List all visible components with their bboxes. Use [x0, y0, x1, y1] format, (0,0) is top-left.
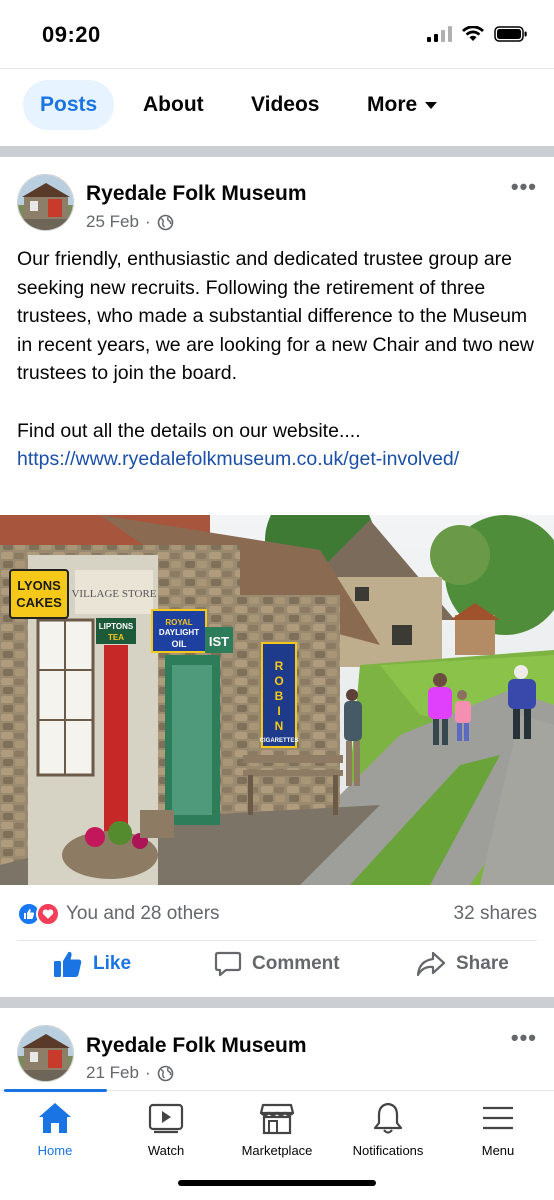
comment-button[interactable]: Comment	[214, 950, 340, 978]
wifi-icon	[462, 26, 484, 41]
page-name-2[interactable]: Ryedale Folk Museum	[86, 1034, 307, 1058]
sign-royal: ROYAL	[165, 618, 192, 627]
sign-cigarettes: CIGARETTES	[260, 738, 299, 744]
reactions-count: You and 28 others	[66, 903, 220, 924]
page-name[interactable]: Ryedale Folk Museum	[86, 182, 307, 206]
status-time: 09:20	[42, 22, 101, 47]
sign-daylight: DAYLIGHT	[159, 628, 199, 637]
post-body-text: Our friendly, enthusiastic and dedicated…	[17, 248, 535, 385]
active-tab-indicator	[4, 1089, 107, 1092]
tab-more[interactable]: More	[350, 80, 454, 130]
post-actions: Like Comment Share	[0, 944, 554, 992]
nav-menu-label: Menu	[481, 1143, 515, 1158]
tab-posts[interactable]: Posts	[23, 80, 115, 130]
reaction-icons	[17, 902, 60, 926]
nav-notifications-label: Notifications	[352, 1143, 424, 1158]
thumbs-up-icon	[54, 951, 82, 977]
comment-icon	[214, 951, 242, 977]
shares-count[interactable]: 32 shares	[454, 903, 537, 925]
page-avatar-2[interactable]	[17, 1025, 74, 1082]
sign-robin-i: I	[277, 704, 280, 718]
nav-marketplace[interactable]: Marketplace	[222, 1101, 332, 1158]
sign-lyons: LYONS	[17, 578, 61, 593]
signal-icon	[427, 26, 452, 42]
post-header: Ryedale Folk Museum 25 Feb · •••	[0, 170, 554, 250]
like-button[interactable]: Like	[53, 950, 131, 978]
tab-videos[interactable]: Videos	[234, 80, 336, 130]
tab-more-label: More	[367, 93, 418, 116]
tab-about-label: About	[143, 93, 204, 116]
status-bar: 09:20	[0, 0, 554, 68]
nav-marketplace-label: Marketplace	[241, 1143, 313, 1158]
post-body: Our friendly, enthusiastic and dedicated…	[17, 245, 537, 474]
page-tabs: Posts About Videos More	[0, 68, 554, 146]
meta-dot: ·	[144, 212, 151, 231]
tab-posts-label: Posts	[40, 93, 98, 116]
post2-date[interactable]: 21 Feb	[86, 1063, 139, 1083]
sign-robin-o: O	[274, 674, 283, 688]
post-options-icon[interactable]: •••	[511, 174, 537, 200]
sign-village-store: VILLAGE STORE	[71, 588, 156, 600]
marketplace-icon	[259, 1103, 295, 1135]
meta-dot-2: ·	[144, 1063, 151, 1082]
nav-home-label: Home	[37, 1143, 73, 1158]
battery-icon	[494, 26, 527, 42]
watch-icon	[148, 1103, 184, 1134]
nav-home[interactable]: Home	[0, 1101, 110, 1158]
nav-menu[interactable]: Menu	[443, 1101, 553, 1158]
tab-videos-label: Videos	[251, 93, 320, 116]
sign-tea: TEA	[108, 633, 124, 642]
globe-icon	[157, 1065, 173, 1081]
sign-liptons: LIPTONS	[99, 622, 134, 631]
share-icon	[416, 951, 446, 977]
nav-watch[interactable]: Watch	[111, 1101, 221, 1158]
home-indicator	[178, 1180, 376, 1186]
actions-divider	[17, 940, 537, 941]
share-label: Share	[456, 953, 509, 974]
post-link[interactable]: https://www.ryedalefolkmuseum.co.uk/get-…	[17, 445, 537, 474]
status-icons	[427, 26, 528, 42]
page-avatar[interactable]	[17, 174, 74, 231]
share-button[interactable]: Share	[416, 950, 509, 978]
nav-watch-label: Watch	[147, 1143, 185, 1158]
post2-options-icon[interactable]: •••	[511, 1025, 537, 1051]
post-body-text-2: Find out all the details on our website.…	[17, 419, 361, 442]
post2-meta: 21 Feb ·	[86, 1063, 174, 1083]
section-divider	[0, 146, 554, 157]
sign-ist: IST	[209, 634, 229, 649]
nav-notifications[interactable]: Notifications	[333, 1101, 443, 1158]
sign-robin-r: R	[275, 659, 284, 673]
love-reaction-icon	[36, 902, 60, 926]
home-icon	[39, 1103, 71, 1133]
like-label: Like	[93, 953, 132, 974]
post-meta: 25 Feb ·	[86, 212, 174, 232]
sign-oil: OIL	[172, 639, 188, 649]
menu-icon	[483, 1106, 513, 1130]
reactions-summary[interactable]: You and 28 others	[17, 902, 220, 926]
post-image[interactable]: LYONS CAKES VILLAGE STORE LIPTONS TEA RO…	[0, 515, 554, 885]
sign-robin-n: N	[275, 719, 284, 733]
comment-label: Comment	[252, 953, 340, 974]
caret-down-icon	[425, 101, 438, 109]
post-date[interactable]: 25 Feb	[86, 212, 139, 232]
reactions-bar: You and 28 others 32 shares	[17, 896, 537, 932]
section-divider-2	[0, 997, 554, 1008]
sign-robin-b: B	[275, 689, 284, 703]
tab-about[interactable]: About	[126, 80, 221, 130]
globe-icon	[157, 214, 173, 230]
bell-icon	[373, 1102, 403, 1134]
sign-cakes: CAKES	[16, 595, 62, 610]
